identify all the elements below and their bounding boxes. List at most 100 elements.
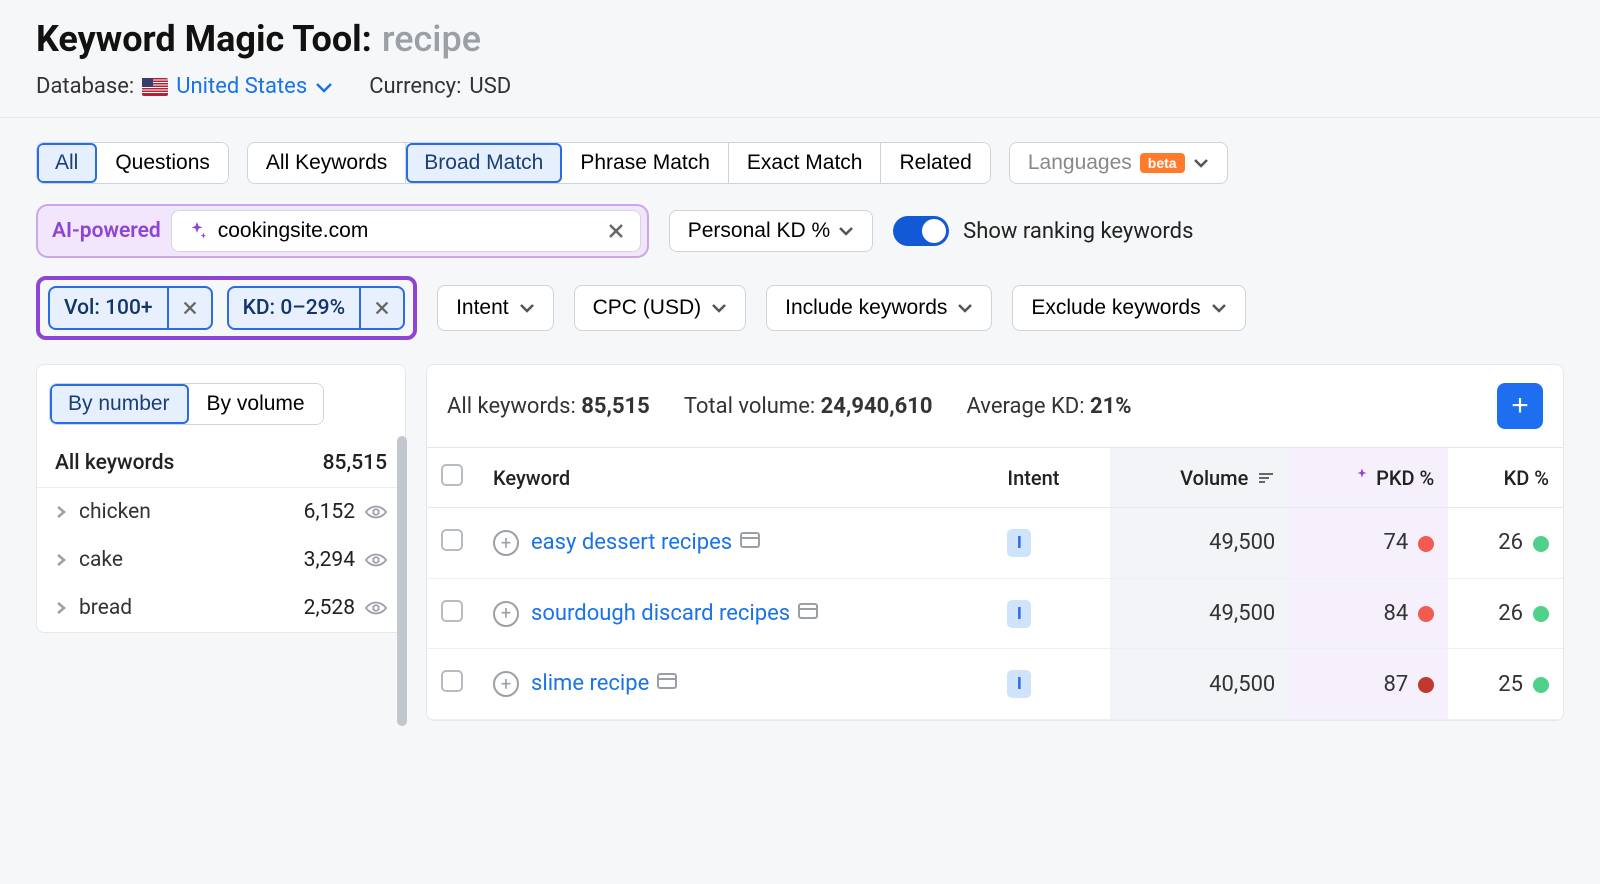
- filter-chip-kd-close[interactable]: [359, 288, 403, 328]
- personal-kd-label: Personal KD %: [688, 219, 830, 243]
- page-header: Keyword Magic Tool: recipe Database: Uni…: [0, 0, 1600, 118]
- personal-kd-dropdown[interactable]: Personal KD %: [669, 210, 873, 252]
- col-pkd[interactable]: PKD %: [1289, 448, 1448, 508]
- sidebar-group-count: 6,152: [304, 500, 355, 524]
- ai-powered-label: AI-powered: [52, 219, 161, 243]
- keyword-link[interactable]: slime recipe: [531, 669, 649, 699]
- page-title: Keyword Magic Tool:: [36, 18, 372, 60]
- col-kd[interactable]: KD %: [1448, 448, 1563, 508]
- filter-chip-volume-close[interactable]: [167, 288, 211, 328]
- select-all-checkbox[interactable]: [441, 464, 463, 486]
- cell-kd: 25: [1448, 649, 1563, 720]
- eye-icon[interactable]: [365, 600, 387, 616]
- sidebar-all-label: All keywords: [55, 451, 174, 475]
- ranking-toggle-label: Show ranking keywords: [963, 219, 1193, 244]
- chevron-right-icon: [55, 504, 67, 520]
- summary-avg-value: 21%: [1090, 394, 1132, 419]
- table-row: +easy dessert recipesI49,5007426: [427, 508, 1563, 579]
- ai-domain-input[interactable]: [208, 219, 606, 243]
- sidebar-group-count: 2,528: [304, 596, 355, 620]
- difficulty-dot-icon: [1533, 677, 1549, 693]
- mode-segment: All Questions: [36, 142, 229, 184]
- active-filters-highlight: Vol: 100+ KD: 0–29%: [36, 276, 417, 340]
- keywords-table: Keyword Intent Volume PKD % KD % + easy d…: [427, 447, 1563, 720]
- intent-dropdown[interactable]: Intent: [437, 285, 554, 331]
- intent-badge: I: [1007, 600, 1031, 628]
- summary-all-value: 85,515: [581, 394, 650, 419]
- cpc-label: CPC (USD): [593, 296, 702, 320]
- filter-chip-volume[interactable]: Vol: 100+: [48, 286, 213, 330]
- page-query: recipe: [382, 18, 481, 60]
- tab-broad-match[interactable]: Broad Match: [406, 143, 562, 183]
- col-pkd-label: PKD %: [1376, 466, 1434, 490]
- difficulty-dot-icon: [1418, 606, 1434, 622]
- col-volume-label: Volume: [1180, 466, 1248, 490]
- summary-avg-label: Average KD:: [966, 394, 1084, 419]
- tab-all[interactable]: All: [37, 143, 97, 183]
- eye-icon[interactable]: [365, 552, 387, 568]
- match-segment: All Keywords Broad Match Phrase Match Ex…: [247, 142, 991, 184]
- sort-by-volume[interactable]: By volume: [189, 384, 323, 424]
- beta-badge: beta: [1140, 153, 1185, 173]
- eye-icon[interactable]: [365, 504, 387, 520]
- cell-volume: 49,500: [1110, 508, 1289, 579]
- currency-label: Currency:: [369, 74, 461, 99]
- difficulty-dot-icon: [1418, 677, 1434, 693]
- row-checkbox[interactable]: [441, 529, 463, 551]
- serp-icon[interactable]: [798, 602, 818, 620]
- sidebar-group-row[interactable]: chicken6,152: [37, 488, 405, 536]
- chevron-down-icon: [519, 303, 535, 313]
- difficulty-dot-icon: [1533, 536, 1549, 552]
- serp-icon[interactable]: [740, 531, 760, 549]
- include-label: Include keywords: [785, 296, 947, 320]
- database-selector[interactable]: United States: [142, 74, 333, 99]
- tab-related[interactable]: Related: [881, 143, 989, 183]
- cell-pkd: 87: [1289, 649, 1448, 720]
- ai-powered-wrap: AI-powered: [36, 204, 649, 258]
- add-keyword-icon[interactable]: +: [493, 601, 519, 627]
- results-panel: All keywords: 85,515 Total volume: 24,94…: [426, 364, 1564, 721]
- chevron-right-icon: [55, 552, 67, 568]
- tab-questions[interactable]: Questions: [97, 143, 228, 183]
- sidebar-scrollbar[interactable]: [397, 436, 407, 633]
- col-volume[interactable]: Volume: [1110, 448, 1289, 508]
- sort-by-number[interactable]: By number: [50, 384, 189, 424]
- exclude-keywords-dropdown[interactable]: Exclude keywords: [1012, 285, 1245, 331]
- row-checkbox[interactable]: [441, 600, 463, 622]
- database-value: United States: [176, 74, 307, 99]
- sidebar-group-name: cake: [79, 548, 123, 572]
- keyword-link[interactable]: sourdough discard recipes: [531, 599, 790, 629]
- flag-us-icon: [142, 78, 168, 96]
- sidebar-all-keywords-row[interactable]: All keywords 85,515: [37, 439, 405, 488]
- include-keywords-dropdown[interactable]: Include keywords: [766, 285, 992, 331]
- filter-chip-kd[interactable]: KD: 0–29%: [227, 286, 406, 330]
- sort-desc-icon: [1257, 471, 1275, 485]
- col-intent[interactable]: Intent: [993, 448, 1109, 508]
- tab-phrase-match[interactable]: Phrase Match: [562, 143, 729, 183]
- chevron-down-icon: [315, 81, 333, 93]
- database-label: Database:: [36, 74, 134, 99]
- intent-label: Intent: [456, 296, 509, 320]
- sidebar-all-count: 85,515: [323, 451, 387, 475]
- intent-badge: I: [1007, 670, 1031, 698]
- clear-domain-icon[interactable]: [606, 221, 626, 241]
- languages-dropdown[interactable]: Languages beta: [1009, 142, 1228, 184]
- add-keyword-icon[interactable]: +: [493, 671, 519, 697]
- serp-icon[interactable]: [657, 672, 677, 690]
- cell-volume: 49,500: [1110, 578, 1289, 649]
- tab-exact-match[interactable]: Exact Match: [729, 143, 882, 183]
- col-keyword[interactable]: Keyword: [479, 448, 993, 508]
- row-checkbox[interactable]: [441, 670, 463, 692]
- currency-value: USD: [469, 74, 511, 99]
- sidebar-group-row[interactable]: cake3,294: [37, 536, 405, 584]
- sidebar-group-row[interactable]: bread2,528: [37, 584, 405, 632]
- ranking-toggle[interactable]: [893, 216, 949, 246]
- ai-domain-input-wrap[interactable]: [171, 210, 641, 252]
- table-row: +sourdough discard recipesI49,5008426: [427, 578, 1563, 649]
- cpc-dropdown[interactable]: CPC (USD): [574, 285, 747, 331]
- sparkle-icon: [1353, 467, 1371, 485]
- add-keyword-icon[interactable]: +: [493, 530, 519, 556]
- tab-all-keywords[interactable]: All Keywords: [248, 143, 406, 183]
- add-to-list-button[interactable]: +: [1497, 383, 1543, 429]
- keyword-link[interactable]: easy dessert recipes: [531, 528, 732, 558]
